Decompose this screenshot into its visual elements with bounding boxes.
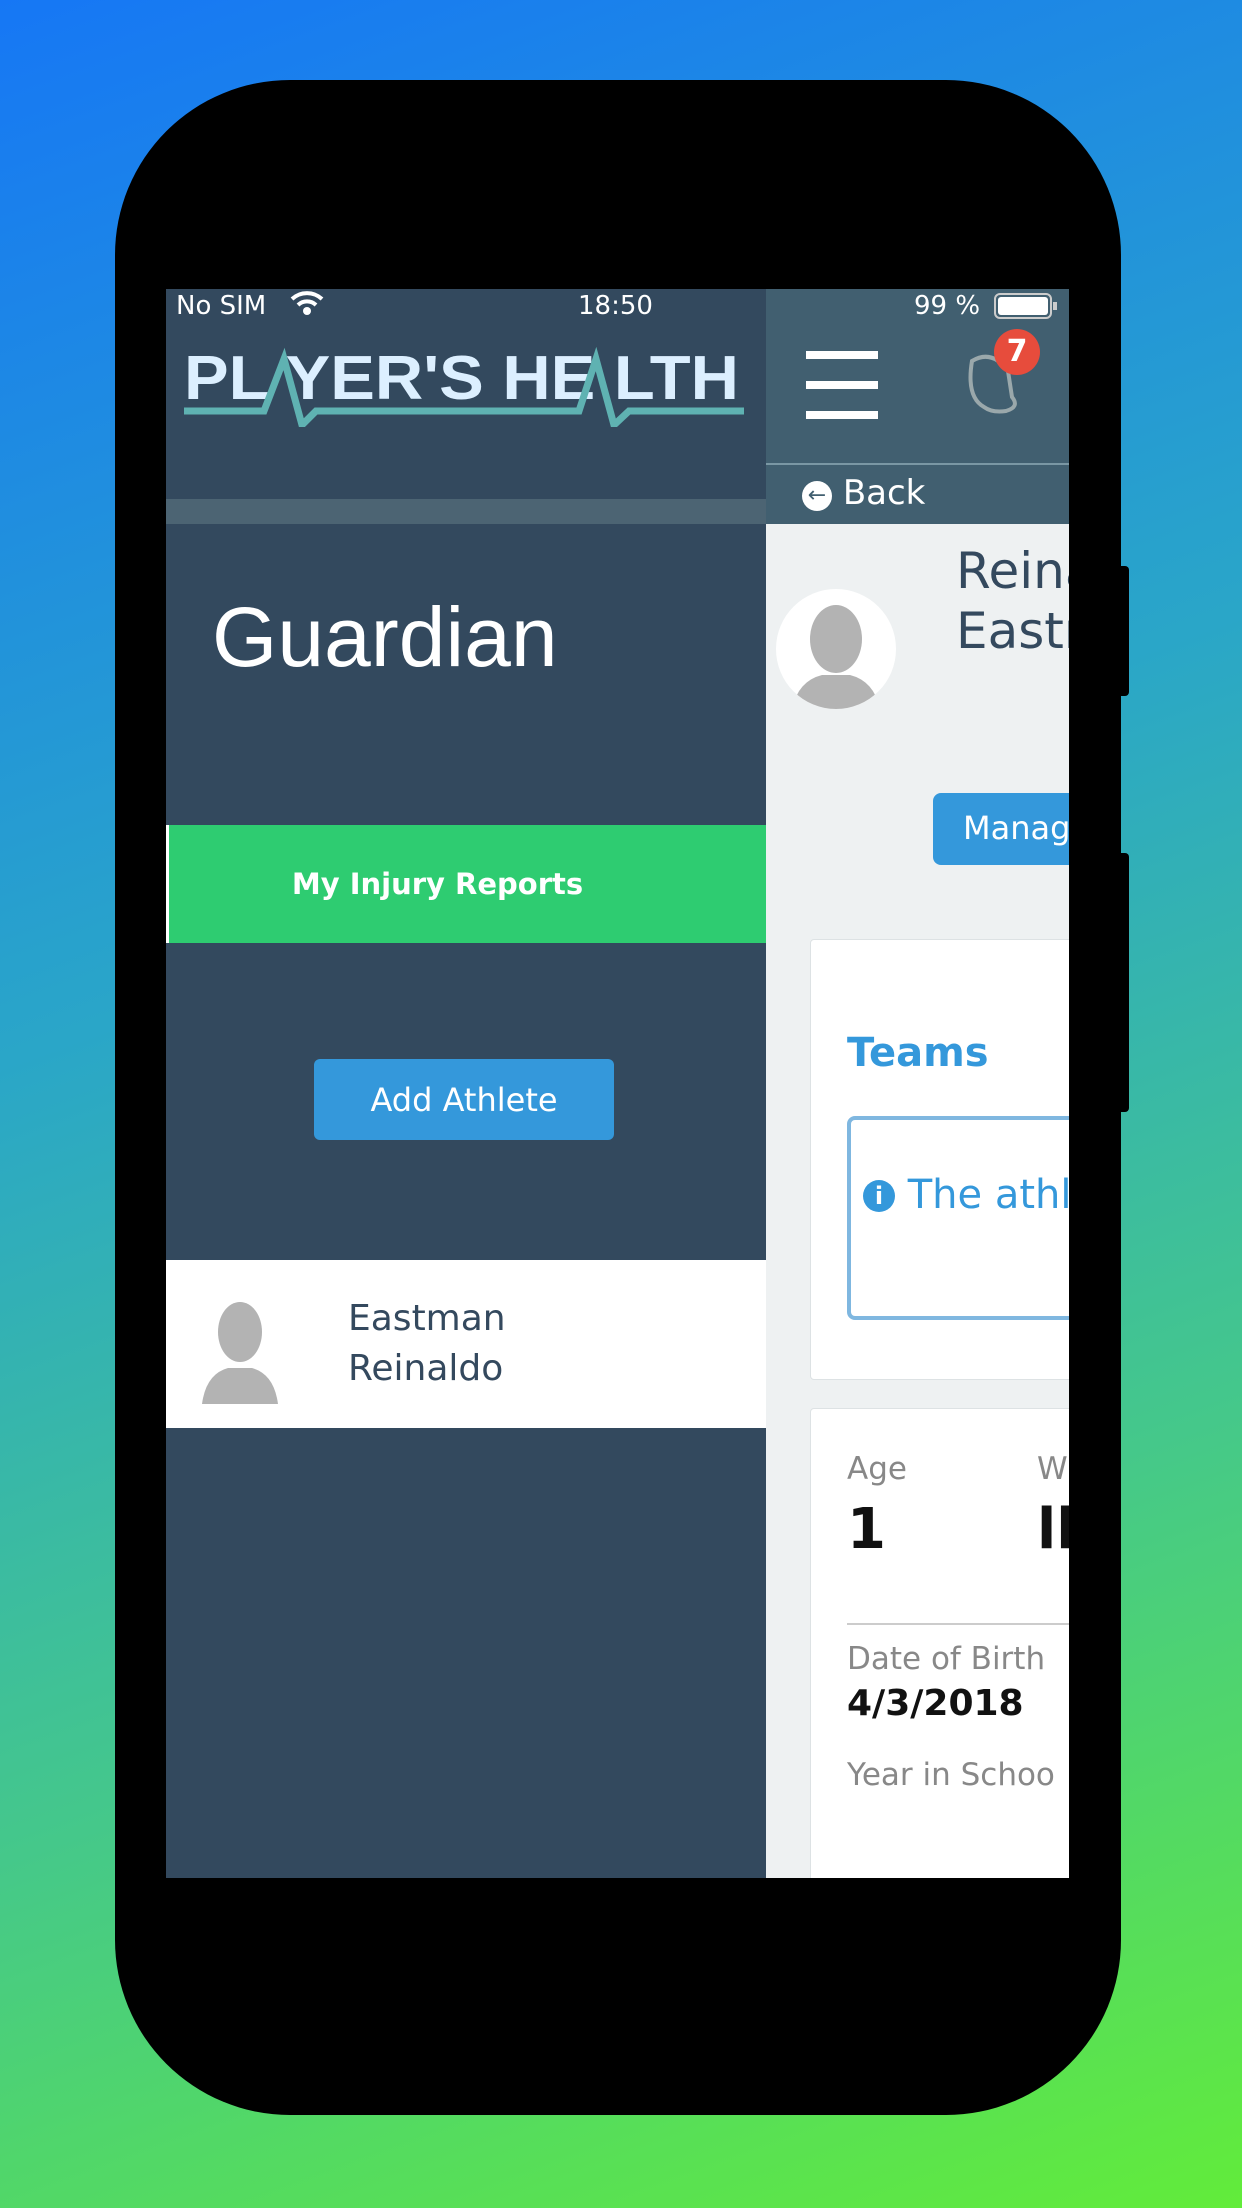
back-label: Back [842, 473, 926, 513]
battery-icon [994, 293, 1058, 326]
notification-badge: 7 [994, 329, 1040, 375]
status-bar: No SIM 18:50 99 % [166, 289, 1069, 325]
battery-percent: 99 % [914, 291, 981, 321]
teams-info-box: i The athl [847, 1116, 1069, 1320]
screen: No SIM 18:50 99 % PL YER'S HE LTH Guardi… [166, 289, 1069, 1878]
manage-button[interactable]: Manag [933, 793, 1069, 865]
volume-button [1119, 566, 1129, 696]
carrier: No SIM [176, 291, 267, 321]
divider [166, 499, 766, 524]
profile-avatar [776, 589, 896, 709]
athlete-name: ReinaEastr [956, 542, 1069, 660]
athlete-list-item[interactable]: Eastman Reinaldo [166, 1260, 766, 1428]
menu-my-injury-reports[interactable]: My Injury Reports [166, 825, 766, 943]
age-label: Age [847, 1451, 907, 1487]
teams-info-text: The athl [907, 1172, 1069, 1218]
role-title: Guardian [212, 590, 558, 684]
athlete-first-name: Eastman [348, 1298, 506, 1339]
weight-value: lb [1037, 1497, 1069, 1562]
back-button[interactable]: ← Back [766, 465, 1069, 524]
sidebar: PL YER'S HE LTH Guardian My Injury Repor… [166, 289, 766, 1878]
year-in-school-label: Year in Schoo [847, 1757, 1055, 1793]
power-button [1119, 853, 1129, 1112]
details-card: Age 1 W lb Date of Birth 4/3/2018 Year i… [810, 1408, 1069, 1878]
back-arrow-icon: ← [802, 481, 832, 511]
age-value: 1 [847, 1497, 886, 1562]
teams-title: Teams [847, 1030, 989, 1076]
players-health-logo: PL YER'S HE LTH [184, 344, 744, 432]
weight-label: W [1037, 1451, 1068, 1487]
add-athlete-button[interactable]: Add Athlete [314, 1059, 614, 1140]
hamburger-menu-icon[interactable] [806, 351, 878, 419]
avatar [202, 1298, 278, 1408]
main-panel: 7 ← Back ReinaEastr Manag Teams i The at… [766, 289, 1069, 1878]
teams-card: Teams i The athl [810, 939, 1069, 1380]
dob-value: 4/3/2018 [847, 1683, 1024, 1724]
athlete-last-name: Reinaldo [348, 1348, 504, 1389]
divider [847, 1623, 1069, 1625]
dob-label: Date of Birth [847, 1641, 1046, 1677]
wifi-icon [290, 289, 324, 324]
clock: 18:50 [578, 291, 653, 321]
info-icon: i [863, 1180, 895, 1212]
